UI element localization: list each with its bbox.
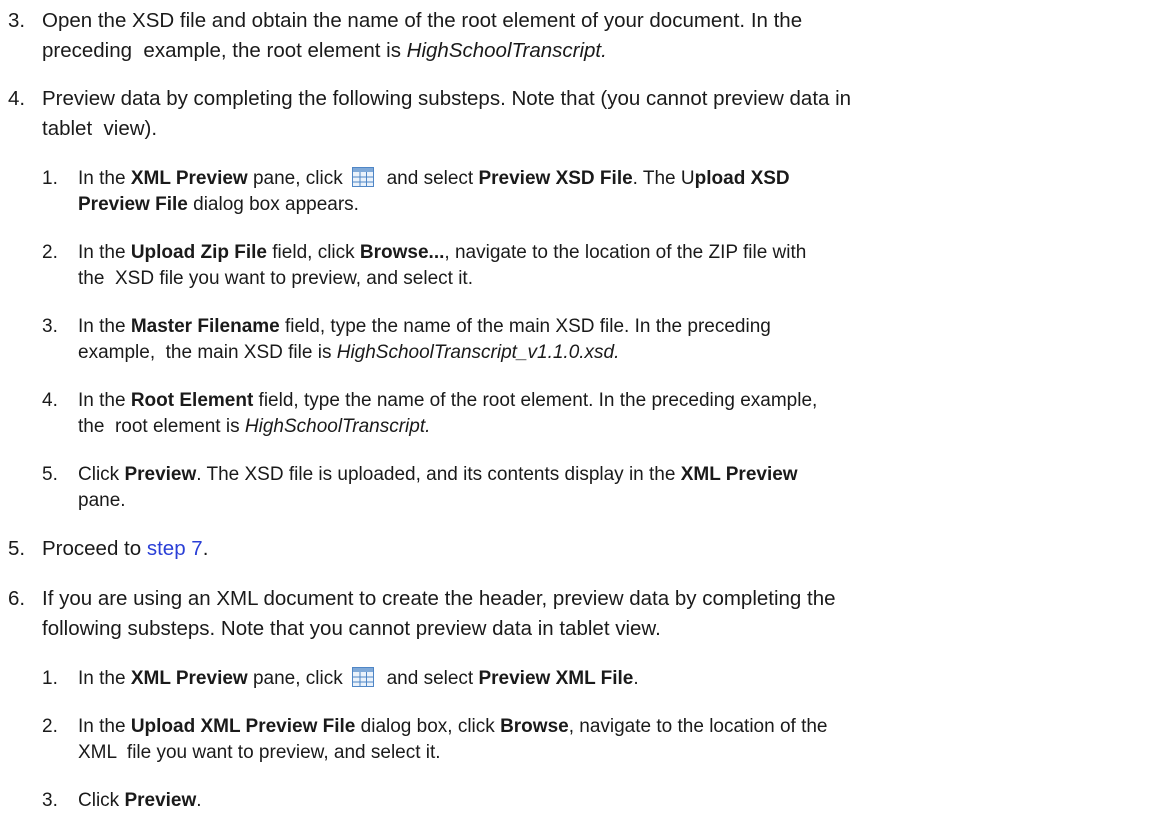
substep-text: Click Preview. <box>78 790 202 811</box>
substep-text: In the XML Preview pane, click and selec… <box>78 667 639 689</box>
substep-text: pane. <box>78 490 126 511</box>
step-text: preceding example, the root element is H… <box>42 39 607 62</box>
substep-text: Click Preview. The XSD file is uploaded,… <box>78 464 798 485</box>
step-text: Open the XSD file and obtain the name of… <box>42 9 803 32</box>
table-grid-icon[interactable] <box>352 667 375 687</box>
step-number: 4. <box>8 87 26 110</box>
step-number: 6. <box>8 587 26 610</box>
substep-number: 2. <box>42 716 58 737</box>
substep-text: In the Root Element field, type the name… <box>78 390 818 411</box>
substep-number: 3. <box>42 316 58 337</box>
step-7-link[interactable]: step 7 <box>147 537 203 560</box>
table-grid-icon[interactable] <box>352 167 375 187</box>
substep-text: the XSD file you want to preview, and se… <box>78 268 473 289</box>
step-number: 3. <box>8 9 26 32</box>
step-text: following substeps. Note that you cannot… <box>42 617 661 640</box>
step-text: Proceed to step 7. <box>42 537 209 560</box>
substep-text: In the Upload XML Preview File dialog bo… <box>78 716 828 737</box>
substep-number: 5. <box>42 464 58 485</box>
substep-text: In the Upload Zip File field, click Brow… <box>78 242 807 263</box>
step-text: If you are using an XML document to crea… <box>42 587 836 610</box>
substep-text: XML file you want to preview, and select… <box>78 742 441 763</box>
substep-text: In the Master Filename field, type the n… <box>78 316 771 337</box>
root-element-name: HighSchoolTranscript. <box>406 39 607 62</box>
substep-number: 1. <box>42 668 58 689</box>
substep-text: In the XML Preview pane, click and selec… <box>78 167 790 189</box>
substep-number: 1. <box>42 168 58 189</box>
substep-number: 3. <box>42 790 58 811</box>
substep-text: Preview File dialog box appears. <box>78 194 359 215</box>
substep-number: 2. <box>42 242 58 263</box>
step-text: Preview data by completing the following… <box>42 87 852 110</box>
step-text: tablet view). <box>42 117 158 140</box>
substep-text: the root element is HighSchoolTranscript… <box>78 416 431 437</box>
substep-number: 4. <box>42 390 58 411</box>
step-number: 5. <box>8 537 26 560</box>
substep-text: example, the main XSD file is HighSchool… <box>78 342 620 363</box>
